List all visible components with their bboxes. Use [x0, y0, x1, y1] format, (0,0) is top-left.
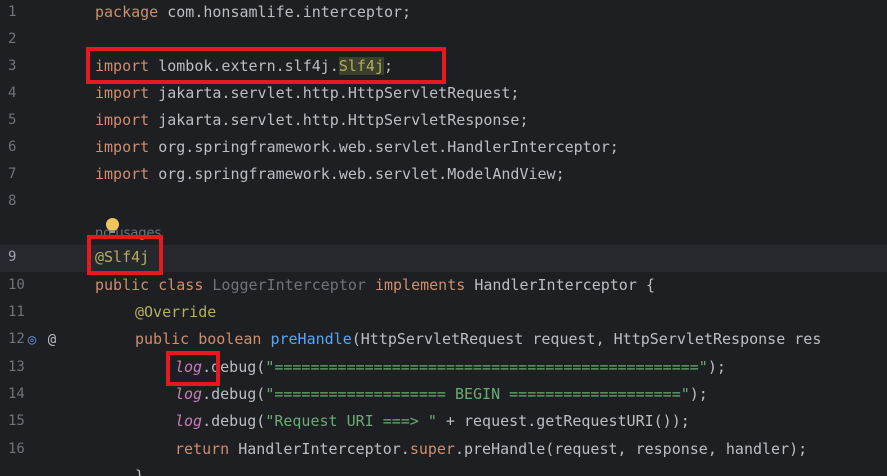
- log-field: log: [175, 412, 203, 430]
- code-line-2[interactable]: 2: [0, 27, 887, 54]
- code-text: import jakarta.servlet.http.HttpServletR…: [95, 84, 519, 102]
- at-gutter-icon[interactable]: @: [44, 332, 60, 348]
- call-end: );: [689, 385, 708, 403]
- line-number: 14: [8, 386, 25, 402]
- public-keyword: public: [135, 330, 190, 348]
- code-text: @Override: [135, 303, 216, 321]
- line-number: 10: [8, 277, 25, 293]
- line-number: 3: [8, 58, 17, 74]
- line-number: 4: [8, 85, 17, 101]
- string-literal: "=======================================…: [265, 358, 708, 376]
- code-line-8[interactable]: 8: [0, 189, 887, 216]
- call-end: + request.getRequestURI());: [436, 412, 690, 430]
- line-number: 7: [8, 166, 17, 182]
- log-field: log: [175, 358, 203, 376]
- public-keyword: public: [95, 276, 150, 294]
- code-text: log.debug("=================== BEGIN ===…: [175, 385, 708, 403]
- import-path: jakarta.servlet.http.HttpServletRequest;: [149, 84, 520, 102]
- code-text: return HandlerInterceptor.super.preHandl…: [175, 440, 807, 458]
- line-number: 9: [8, 249, 17, 265]
- line-number: 16: [8, 441, 25, 457]
- return-expr-pre: HandlerInterceptor.: [229, 440, 410, 458]
- debug-call: .debug(: [202, 385, 266, 403]
- string-literal: "Request URI ===> ": [265, 412, 437, 430]
- interface-name: HandlerInterceptor {: [474, 276, 655, 294]
- line-number: 1: [8, 4, 17, 20]
- code-text: log.debug("=============================…: [175, 358, 726, 376]
- method-name: preHandle: [270, 330, 352, 348]
- import-path: org.springframework.web.servlet.ModelAnd…: [149, 165, 565, 183]
- super-keyword: super: [409, 440, 455, 458]
- line-number: 13: [8, 359, 25, 375]
- debug-call: .debug(: [202, 358, 266, 376]
- import-path: jakarta.servlet.http.HttpServletResponse…: [149, 111, 529, 129]
- line-number: 15: [8, 413, 25, 429]
- closing-brace: }: [135, 467, 145, 476]
- code-line-16[interactable]: 16 return HandlerInterceptor.super.preHa…: [0, 437, 887, 464]
- import-keyword: import: [95, 57, 150, 75]
- highlighted-class-name: Slf4j: [338, 57, 384, 75]
- code-text: public class LoggerInterceptor implement…: [95, 276, 655, 294]
- annotation: @Slf4j: [95, 248, 150, 266]
- semicolon: ;: [384, 57, 394, 75]
- code-text: package com.honsamlife.interceptor;: [95, 3, 411, 21]
- usages-inlay-hint[interactable]: no usages: [95, 226, 161, 241]
- line-number: 2: [8, 31, 17, 47]
- class-keyword: class: [149, 276, 213, 294]
- return-keyword: return: [175, 440, 230, 458]
- code-line-4[interactable]: 4 import jakarta.servlet.http.HttpServle…: [0, 81, 887, 108]
- import-keyword: import: [95, 84, 150, 102]
- line-number: 6: [8, 139, 17, 155]
- debug-call: .debug(: [202, 412, 266, 430]
- method-params: (HttpServletRequest request, HttpServlet…: [351, 330, 822, 348]
- package-name: com.honsamlife.interceptor;: [158, 3, 412, 21]
- code-line-6[interactable]: 6 import org.springframework.web.servlet…: [0, 135, 887, 162]
- override-gutter-icon[interactable]: ◎: [24, 332, 40, 348]
- lightbulb-icon[interactable]: [106, 218, 119, 233]
- annotation: @Override: [135, 303, 217, 321]
- code-text: import org.springframework.web.servlet.M…: [95, 165, 565, 183]
- code-line-13[interactable]: 13 log.debug("==========================…: [0, 355, 887, 382]
- code-line-1[interactable]: 1 package com.honsamlife.interceptor;: [0, 0, 887, 27]
- implements-keyword: implements: [365, 276, 475, 294]
- code-line-14[interactable]: 14 log.debug("=================== BEGIN …: [0, 382, 887, 409]
- code-line-12[interactable]: 12 ◎ @ public boolean preHandle(HttpServ…: [0, 327, 887, 354]
- code-line-5[interactable]: 5 import jakarta.servlet.http.HttpServle…: [0, 108, 887, 135]
- code-line-15[interactable]: 15 log.debug("Request URI ===> " + reque…: [0, 409, 887, 436]
- code-line-11[interactable]: 11 @Override: [0, 300, 887, 327]
- code-line-3[interactable]: 3 import lombok.extern.slf4j.Slf4j;: [0, 54, 887, 81]
- code-editor[interactable]: 1 package com.honsamlife.interceptor; 2 …: [0, 0, 887, 476]
- code-text: import lombok.extern.slf4j.Slf4j;: [95, 57, 393, 75]
- code-line-9[interactable]: 9 @Slf4j: [0, 245, 887, 272]
- code-text: log.debug("Request URI ===> " + request.…: [175, 412, 690, 430]
- string-literal: "=================== BEGIN =============…: [265, 385, 690, 403]
- import-path: org.springframework.web.servlet.HandlerI…: [149, 138, 619, 156]
- line-number: 5: [8, 112, 17, 128]
- import-path: lombok.extern.slf4j.: [149, 57, 339, 75]
- code-line-7[interactable]: 7 import org.springframework.web.servlet…: [0, 162, 887, 189]
- import-keyword: import: [95, 165, 150, 183]
- code-line-17-partial[interactable]: }: [0, 464, 887, 476]
- code-text: public boolean preHandle(HttpServletRequ…: [135, 330, 821, 348]
- class-name: LoggerInterceptor: [212, 276, 366, 294]
- import-keyword: import: [95, 111, 150, 129]
- line-number: 11: [8, 304, 25, 320]
- line-number: 8: [8, 193, 17, 209]
- return-expr-post: .preHandle(request, response, handler);: [454, 440, 808, 458]
- code-text: import jakarta.servlet.http.HttpServletR…: [95, 111, 528, 129]
- import-keyword: import: [95, 138, 150, 156]
- code-text: @Slf4j: [95, 248, 149, 266]
- call-end: );: [707, 358, 726, 376]
- code-line-10[interactable]: 10 public class LoggerInterceptor implem…: [0, 273, 887, 300]
- package-keyword: package: [95, 3, 159, 21]
- code-text: import org.springframework.web.servlet.H…: [95, 138, 619, 156]
- boolean-keyword: boolean: [189, 330, 271, 348]
- log-field: log: [175, 385, 203, 403]
